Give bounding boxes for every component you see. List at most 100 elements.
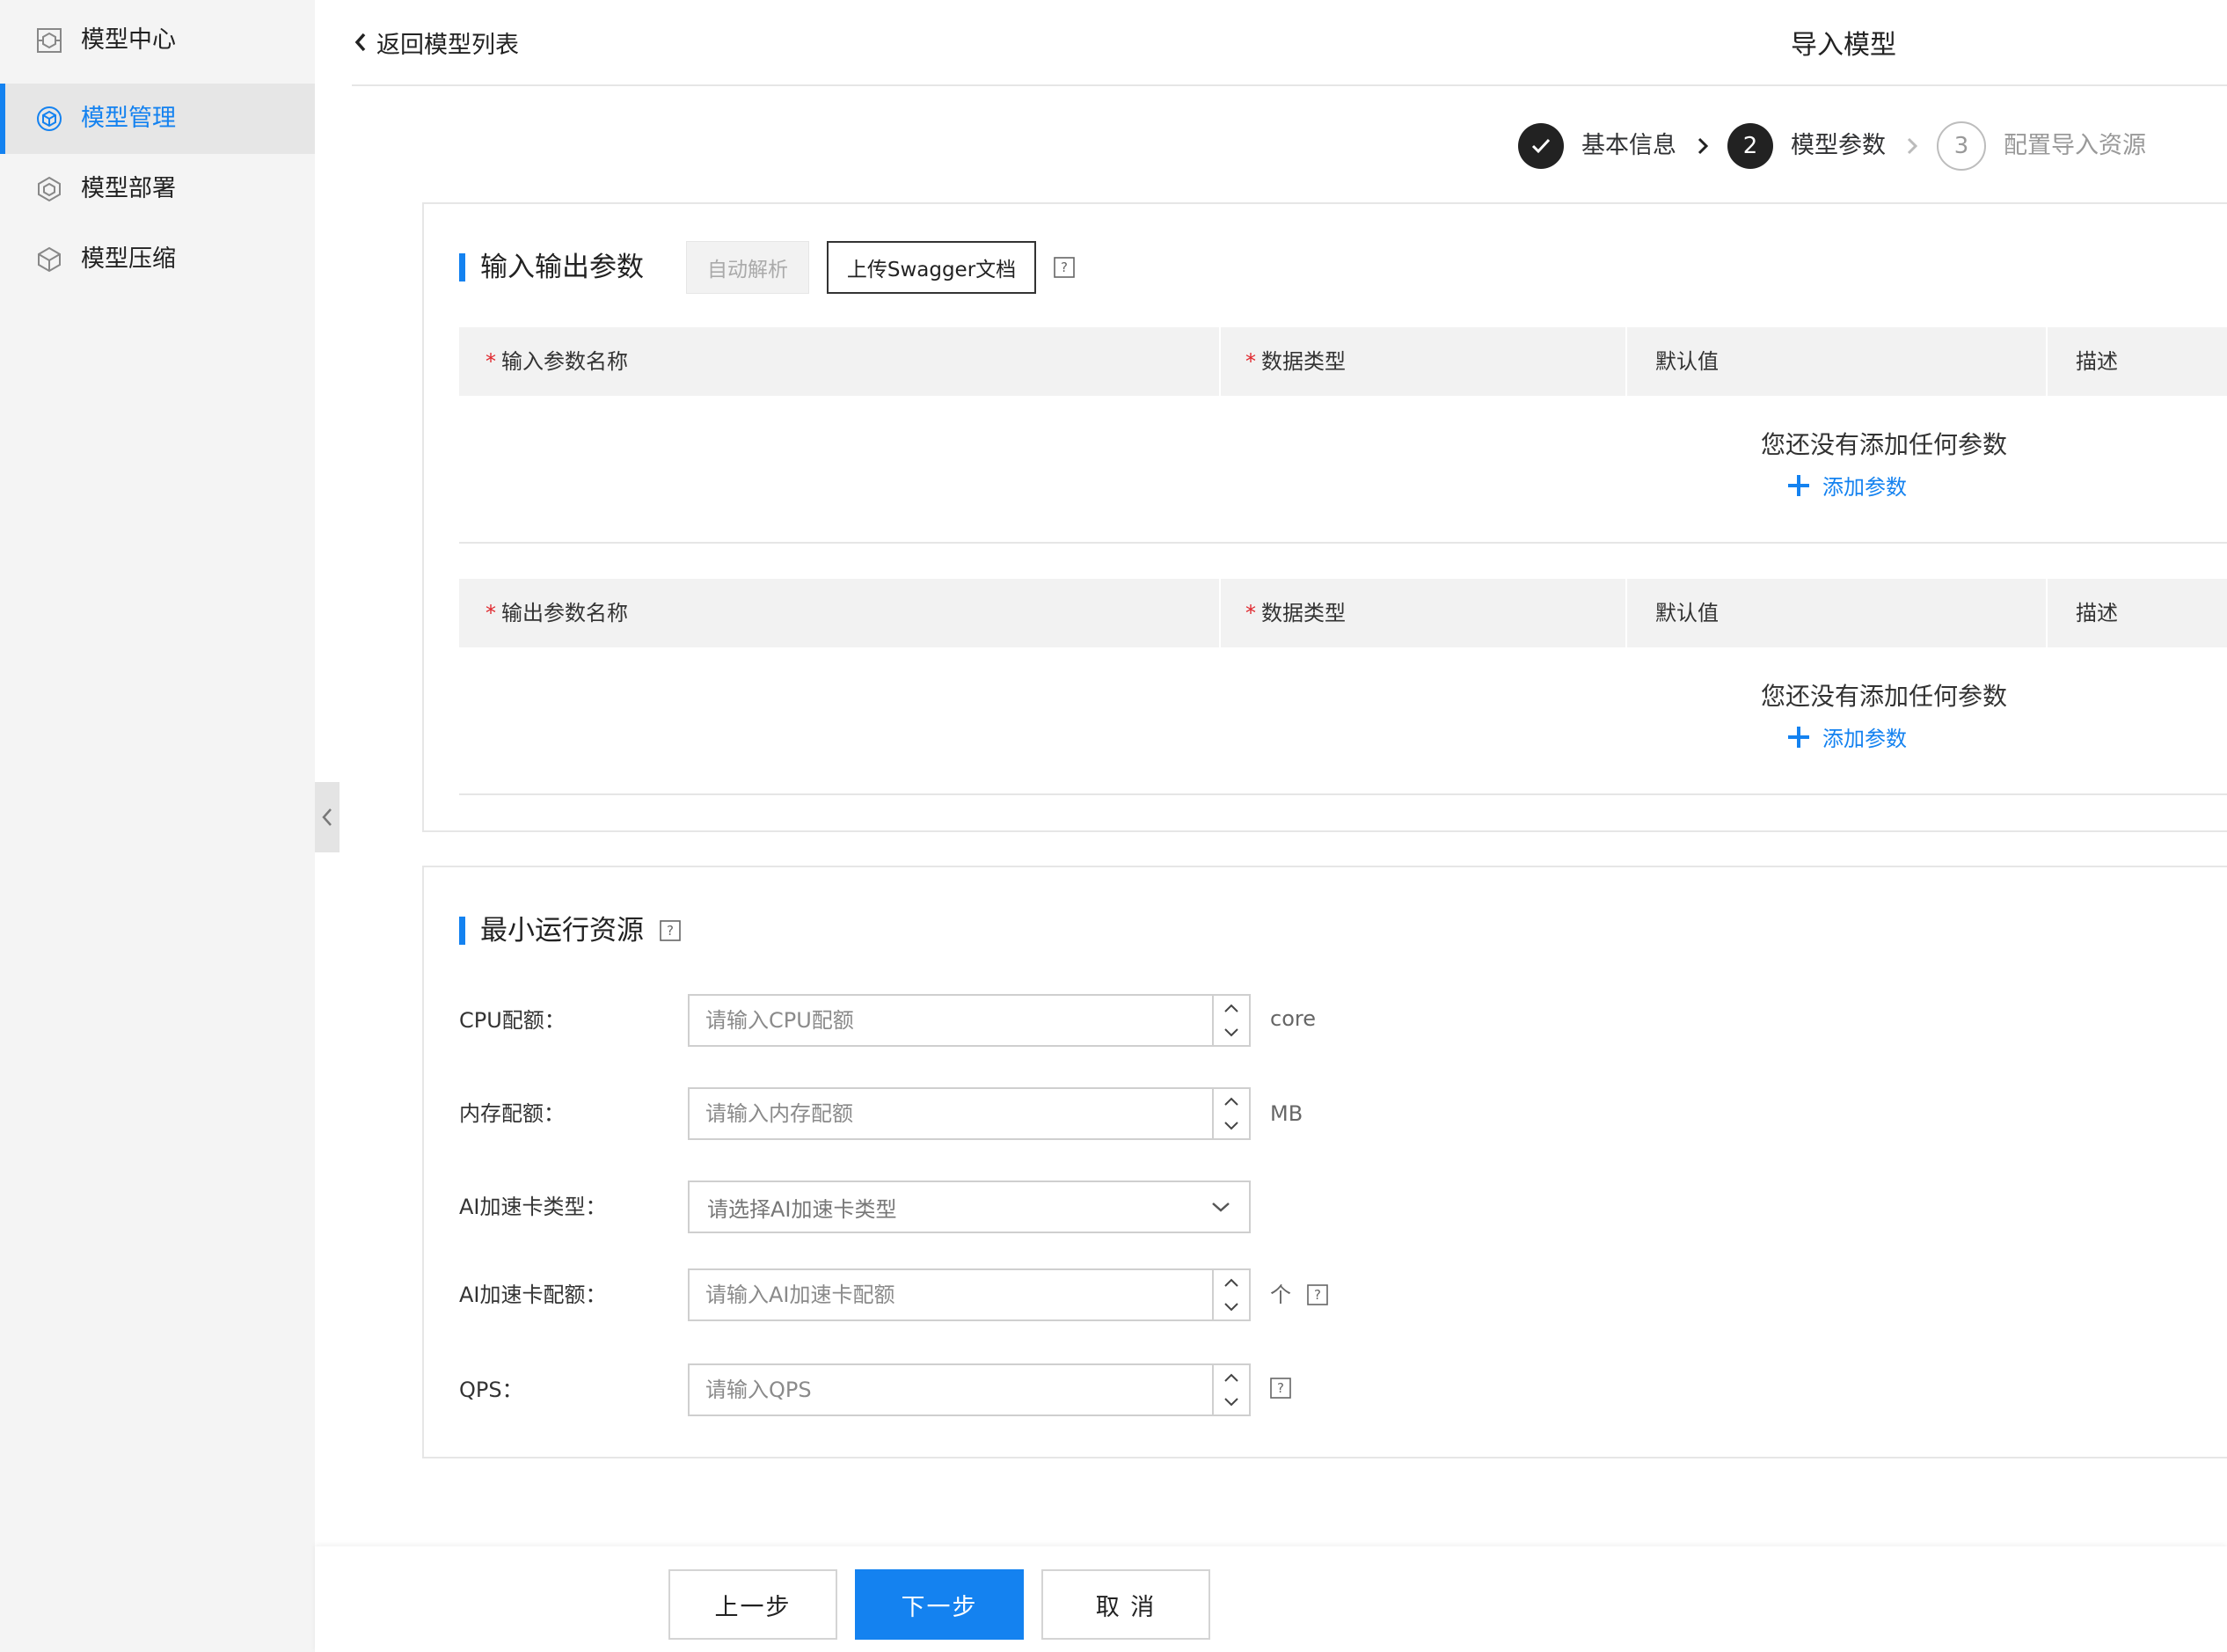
add-output-param-link[interactable]: 添加参数 [1787,721,1907,752]
svg-text:?: ? [667,923,674,939]
memory-unit: MB [1270,1101,1303,1126]
section-title-io: 输入输出参数 [459,248,644,287]
section-title-resource: 最小运行资源 [459,911,644,950]
chevron-up-icon [1224,1278,1238,1287]
section-title-resource-wrap: 最小运行资源 ? [459,911,681,950]
step-3-todo-circle: 3 [1937,121,1986,171]
chevron-right-icon [1907,137,1918,155]
column-header-input-name: * 输入参数名称 [486,349,628,374]
cpu-quota-input[interactable] [688,994,1251,1047]
step-1-label: 基本信息 [1581,132,1676,159]
memory-quota-label: 内存配额： [459,1101,565,1126]
column-header-default-value: 默认值 [1655,601,1719,625]
decrement-button[interactable] [1214,1295,1249,1319]
help-icon[interactable]: ? [660,920,681,941]
memory-quota-stepper[interactable] [1212,1089,1249,1138]
prev-step-button[interactable]: 上一步 [668,1569,837,1640]
table-divider [459,542,2227,544]
increment-button[interactable] [1214,1089,1249,1114]
sidebar-item-label: 模型管理 [81,105,176,132]
upload-swagger-button[interactable]: 上传Swagger文档 [827,241,1036,294]
decrement-button[interactable] [1214,1020,1249,1045]
increment-button[interactable] [1214,996,1249,1020]
model-center-icon [37,28,62,53]
sidebar-item-label: 模型部署 [81,175,176,202]
memory-quota-field[interactable] [690,1089,1212,1138]
decrement-button[interactable] [1214,1114,1249,1138]
decrement-button[interactable] [1214,1390,1249,1414]
qps-input[interactable] [688,1363,1251,1416]
increment-button[interactable] [1214,1270,1249,1295]
cpu-quota-stepper[interactable] [1212,996,1249,1045]
help-icon[interactable]: ? [1307,1284,1328,1305]
chevron-up-icon [1224,1373,1238,1382]
ai-card-quota-input[interactable] [688,1268,1251,1321]
model-compress-icon [38,246,61,273]
next-step-button[interactable]: 下一步 [855,1569,1024,1640]
sidebar-item-model-deploy[interactable]: 模型部署 [0,154,315,224]
required-marker: * [486,349,496,374]
step-2-label: 模型参数 [1791,132,1886,159]
cpu-quota-field[interactable] [690,996,1212,1045]
ai-card-quota-stepper[interactable] [1212,1270,1249,1319]
input-params-table-header: * 输入参数名称 * 数据类型 默认值 描述 [459,327,2227,396]
required-marker: * [1245,601,1256,625]
svg-text:?: ? [1277,1380,1284,1396]
ai-card-type-placeholder: 请选择AI加速卡类型 [707,1196,897,1222]
header-divider [352,84,2227,86]
check-icon [1531,138,1551,154]
plus-icon [1788,474,1809,496]
output-params-empty-message: 您还没有添加任何参数 [1760,682,2007,711]
sidebar-item-model-manage[interactable]: 模型管理 [0,84,315,154]
add-param-label: 添加参数 [1822,727,1907,751]
increment-button[interactable] [1214,1365,1249,1390]
footer-bar: 上一步 下一步 取 消 [315,1546,2227,1652]
back-link-label: 返回模型列表 [376,31,519,59]
cancel-button[interactable]: 取 消 [1041,1569,1210,1640]
sidebar-item-label: 模型中心 [81,26,176,54]
sidebar: 模型中心 模型管理 模型部署 模型压缩 [0,0,315,1652]
chevron-down-icon [1212,1202,1230,1212]
ai-card-quota-label: AI加速卡配额： [459,1283,607,1307]
column-header-output-name: * 输出参数名称 [486,601,628,625]
model-deploy-icon [38,176,61,202]
svg-text:?: ? [1314,1287,1321,1303]
chevron-down-icon [1224,1303,1238,1312]
memory-quota-input[interactable] [688,1087,1251,1140]
chevron-right-icon [1698,137,1709,155]
cpu-unit: core [1270,1006,1316,1031]
auto-parse-button[interactable]: 自动解析 [686,241,809,294]
qps-field[interactable] [690,1365,1212,1414]
step-2-current-circle: 2 [1727,123,1773,169]
chevron-down-icon [1224,1122,1238,1130]
ai-card-quota-field[interactable] [690,1270,1212,1319]
sidebar-item-model-center[interactable]: 模型中心 [0,5,315,76]
qps-stepper[interactable] [1212,1365,1249,1414]
back-to-model-list-link[interactable]: 返回模型列表 [352,21,519,63]
qps-label: QPS： [459,1378,523,1402]
chevron-up-icon [1224,1004,1238,1012]
ai-card-type-select[interactable]: 请选择AI加速卡类型 [688,1181,1251,1233]
column-header-default-value: 默认值 [1655,349,1719,374]
chevron-down-icon [1224,1028,1238,1037]
sidebar-item-model-compress[interactable]: 模型压缩 [0,224,315,295]
help-icon[interactable]: ? [1270,1378,1291,1399]
model-manage-icon [37,106,62,131]
step-1-done-circle [1518,123,1564,169]
chevron-left-icon [322,808,332,826]
plus-icon [1788,726,1809,748]
sidebar-collapse-button[interactable] [315,782,340,852]
step-3-label: 配置导入资源 [2004,132,2146,159]
sidebar-item-label: 模型压缩 [81,245,176,273]
help-icon[interactable]: ? [1054,257,1075,278]
required-marker: * [486,601,496,625]
table-divider [459,793,2227,795]
steps-bar: 基本信息 2 模型参数 3 配置导入资源 [1518,121,2146,171]
chevron-up-icon [1224,1097,1238,1106]
io-params-panel: 输入输出参数 自动解析 上传Swagger文档 ? * 输入参数名称 * 数据类型 … [422,202,2227,832]
page-title: 导入模型 [1791,30,1896,61]
ai-card-unit: 个 [1270,1283,1291,1307]
ai-card-type-label: AI加速卡类型： [459,1195,607,1219]
add-param-label: 添加参数 [1822,475,1907,500]
add-input-param-link[interactable]: 添加参数 [1787,470,1907,501]
